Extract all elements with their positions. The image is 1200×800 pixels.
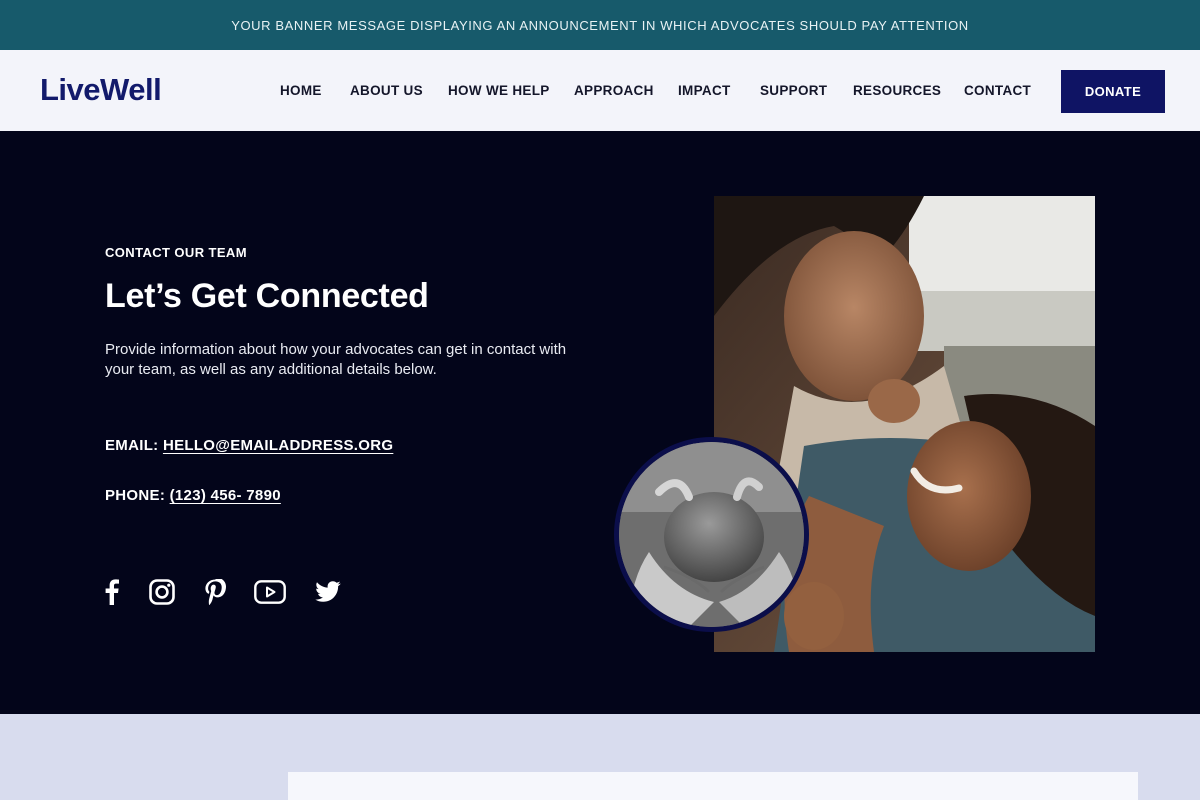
nav-home[interactable]: HOME xyxy=(280,83,322,98)
nav-resources[interactable]: RESOURCES xyxy=(853,83,941,98)
donate-button[interactable]: DONATE xyxy=(1061,70,1165,113)
contact-hero: CONTACT OUR TEAM Let’s Get Connected Pro… xyxy=(0,131,1200,714)
nav-contact[interactable]: CONTACT xyxy=(964,83,1031,98)
youtube-icon[interactable] xyxy=(254,577,286,607)
phone-label: PHONE: xyxy=(105,487,166,504)
banner-message: YOUR BANNER MESSAGE DISPLAYING AN ANNOUN… xyxy=(231,17,969,33)
newborn-hands-photo xyxy=(614,437,809,632)
content-card xyxy=(288,772,1138,800)
instagram-icon[interactable] xyxy=(146,577,178,607)
pinterest-icon[interactable] xyxy=(199,577,231,607)
nav-how-we-help[interactable]: HOW WE HELP xyxy=(448,83,550,98)
nav-impact[interactable]: IMPACT xyxy=(678,83,731,98)
announcement-banner: YOUR BANNER MESSAGE DISPLAYING AN ANNOUN… xyxy=(0,0,1200,50)
twitter-icon[interactable] xyxy=(312,577,344,607)
nav-support[interactable]: SUPPORT xyxy=(760,83,827,98)
email-row: EMAIL: HELLO@EMAILADDRESS.ORG xyxy=(105,437,393,454)
phone-link[interactable]: (123) 456- 7890 xyxy=(170,487,281,504)
section-eyebrow: CONTACT OUR TEAM xyxy=(105,245,247,260)
main-nav: HOME ABOUT US HOW WE HELP APPROACH IMPAC… xyxy=(0,83,1200,101)
facebook-icon[interactable] xyxy=(96,577,128,607)
page-title: Let’s Get Connected xyxy=(105,277,429,315)
nav-about-us[interactable]: ABOUT US xyxy=(350,83,423,98)
email-label: EMAIL: xyxy=(105,437,159,454)
photo-illustration xyxy=(619,442,804,627)
contact-description: Provide information about how your advoc… xyxy=(105,341,567,378)
email-link[interactable]: HELLO@EMAILADDRESS.ORG xyxy=(163,437,393,454)
phone-row: PHONE: (123) 456- 7890 xyxy=(105,487,281,504)
nav-approach[interactable]: APPROACH xyxy=(574,83,654,98)
site-header: LiveWell HOME ABOUT US HOW WE HELP APPRO… xyxy=(0,50,1200,131)
